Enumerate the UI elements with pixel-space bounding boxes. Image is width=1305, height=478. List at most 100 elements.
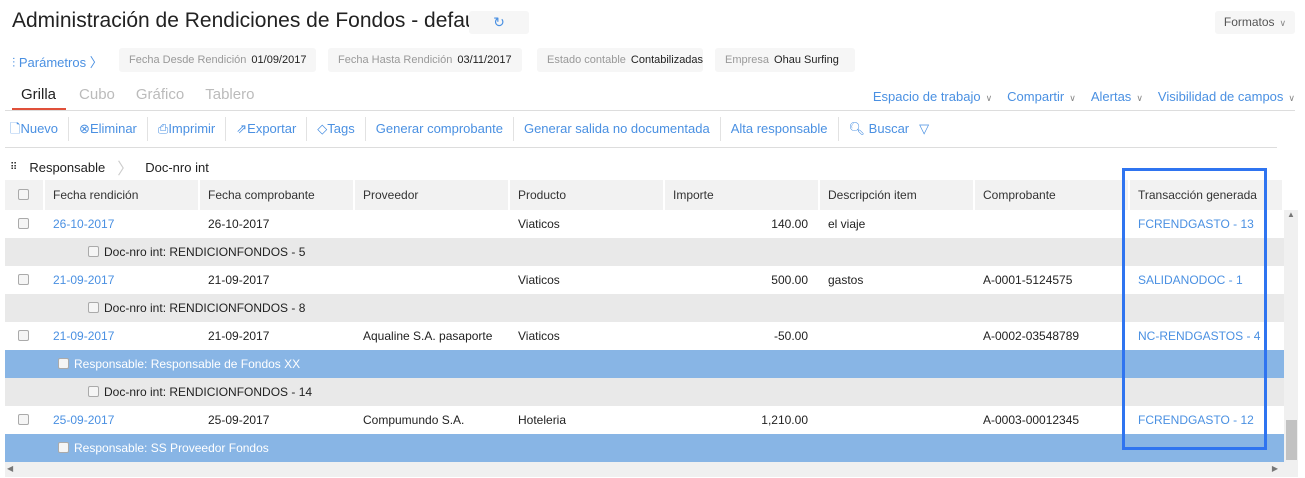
button-label: Buscar bbox=[868, 121, 910, 136]
table-cell: Compumundo S.A. bbox=[363, 413, 465, 427]
view-tabs: Grilla Cubo Gráfico Tablero bbox=[12, 86, 266, 111]
group-label: Doc-nro int: RENDICIONFONDOS - 5 bbox=[104, 245, 306, 259]
table-cell: 140.00 bbox=[771, 217, 808, 231]
filter-fecha-hasta[interactable]: Fecha Hasta Rendición 03/11/2017 bbox=[328, 48, 522, 72]
select-all-checkbox[interactable] bbox=[5, 180, 45, 210]
refresh-button[interactable]: ↻ bbox=[469, 11, 529, 34]
table-cell: A-0001-5124575 bbox=[983, 273, 1073, 287]
row-checkbox[interactable] bbox=[5, 266, 45, 294]
alertas-menu[interactable]: Alertas ∨ bbox=[1091, 89, 1143, 104]
search-icon: 🔍︎ bbox=[848, 121, 866, 136]
group-checkbox[interactable] bbox=[88, 246, 99, 257]
filter-key: Fecha Desde Rendición bbox=[129, 54, 247, 66]
tab-cubo[interactable]: Cubo bbox=[70, 86, 123, 111]
table-cell: A-0002-03548789 bbox=[983, 329, 1080, 343]
col-header[interactable]: Importe bbox=[665, 180, 820, 210]
group-label: Responsable: Responsable de Fondos XX bbox=[74, 357, 301, 371]
table-cell[interactable]: 26-10-2017 bbox=[45, 210, 200, 238]
generar-comprobante-button[interactable]: Generar comprobante bbox=[366, 117, 514, 141]
tab-grilla[interactable]: Grilla bbox=[12, 86, 67, 111]
menu-label: Alertas bbox=[1090, 89, 1132, 104]
table-cell bbox=[975, 210, 1130, 238]
scroll-up-icon[interactable]: ▲ bbox=[1284, 210, 1298, 219]
filter-estado-contable[interactable]: Estado contable Contabilizadas bbox=[537, 48, 703, 72]
col-header[interactable]: Producto bbox=[510, 180, 665, 210]
button-label: Tags bbox=[327, 121, 355, 136]
table-row[interactable]: 21-09-2017 21-09-2017 Aqualine S.A. pasapo… bbox=[5, 322, 1284, 350]
chevron-down-icon: ∨ bbox=[1279, 18, 1287, 28]
group-row-doc[interactable]: Doc-nro int: RENDICIONFONDOS - 14 bbox=[5, 378, 1284, 406]
row-checkbox[interactable] bbox=[5, 322, 45, 350]
group-checkbox[interactable] bbox=[88, 302, 99, 313]
group-row-responsable[interactable]: Responsable: SS Proveedor Fondos bbox=[5, 434, 1284, 462]
table-cell: Viaticos bbox=[518, 217, 560, 231]
group-chip-responsable[interactable]: Responsable bbox=[29, 160, 105, 175]
table-row[interactable]: 25-09-2017 25-09-2017 Compumundo S.A. Hotel… bbox=[5, 406, 1284, 434]
filter-key: Empresa bbox=[725, 54, 770, 66]
filter-value: 03/11/2017 bbox=[457, 54, 512, 66]
table-cell: Hoteleria bbox=[518, 413, 567, 427]
generar-salida-button[interactable]: Generar salida no documentada bbox=[514, 117, 721, 141]
table-cell[interactable]: 21-09-2017 bbox=[45, 322, 200, 350]
col-header[interactable]: Fecha rendición bbox=[45, 180, 200, 210]
refresh-icon: ↻ bbox=[493, 14, 505, 30]
compartir-menu[interactable]: Compartir ∨ bbox=[1007, 89, 1076, 104]
group-chip-doc-nro[interactable]: Doc-nro int bbox=[145, 160, 209, 175]
delete-circle-icon: ⊗ bbox=[79, 121, 90, 136]
new-file-icon: 🗋 bbox=[10, 121, 21, 136]
tab-grafico[interactable]: Gráfico bbox=[127, 86, 192, 111]
divider bbox=[5, 147, 1277, 148]
alta-responsable-button[interactable]: Alta responsable bbox=[721, 117, 839, 141]
filter-button[interactable]: ▽ bbox=[919, 117, 939, 141]
drag-grid-icon[interactable]: ⠿ bbox=[10, 162, 17, 173]
menu-label: Compartir bbox=[1007, 89, 1065, 104]
col-header[interactable]: Descripción item bbox=[820, 180, 975, 210]
tags-button[interactable]: ◇Tags bbox=[307, 117, 366, 141]
sliders-icon: ⫶ bbox=[12, 55, 16, 70]
button-label: Exportar bbox=[247, 121, 297, 136]
toolbar: 🗋Nuevo ⊗Eliminar ⎙Imprimir ⇗Exportar ◇Ta… bbox=[10, 117, 939, 141]
group-checkbox[interactable] bbox=[58, 442, 69, 453]
col-header[interactable]: Proveedor bbox=[355, 180, 510, 210]
row-checkbox[interactable] bbox=[5, 210, 45, 238]
table-cell[interactable]: 25-09-2017 bbox=[45, 406, 200, 434]
table-cell[interactable]: 21-09-2017 bbox=[45, 266, 200, 294]
imprimir-button[interactable]: ⎙Imprimir bbox=[148, 117, 227, 141]
horizontal-scrollbar[interactable]: ◀ ▶ bbox=[5, 462, 1298, 477]
tab-tablero[interactable]: Tablero bbox=[196, 86, 262, 111]
group-row-responsable[interactable]: Responsable: Responsable de Fondos XX bbox=[5, 350, 1284, 378]
group-label: Doc-nro int: RENDICIONFONDOS - 14 bbox=[104, 385, 313, 399]
page-title: Administración de Rendiciones de Fondos … bbox=[12, 9, 488, 32]
table-row[interactable]: 21-09-2017 21-09-2017 Viaticos 500.00 gastos… bbox=[5, 266, 1284, 294]
eliminar-button[interactable]: ⊗Eliminar bbox=[69, 117, 148, 141]
table-cell: -50.00 bbox=[773, 329, 808, 343]
print-icon: ⎙ bbox=[157, 121, 169, 136]
button-label: Nuevo bbox=[20, 121, 59, 136]
espacio-trabajo-menu[interactable]: Espacio de trabajo ∨ bbox=[873, 89, 992, 104]
tag-icon: ◇ bbox=[317, 121, 328, 136]
group-checkbox[interactable] bbox=[58, 358, 69, 369]
filter-icon: ▽ bbox=[919, 121, 930, 136]
group-row-doc[interactable]: Doc-nro int: RENDICIONFONDOS - 8 bbox=[5, 294, 1284, 322]
col-header[interactable]: Comprobante bbox=[975, 180, 1130, 210]
table-row[interactable]: 26-10-2017 26-10-2017 Viaticos 140.00 el via… bbox=[5, 210, 1284, 238]
scroll-left-icon[interactable]: ◀ bbox=[7, 464, 13, 473]
row-checkbox[interactable] bbox=[5, 406, 45, 434]
filter-fecha-desde[interactable]: Fecha Desde Rendición 01/09/2017 bbox=[119, 48, 316, 72]
scrollbar-thumb[interactable] bbox=[1286, 420, 1297, 460]
visibilidad-campos-menu[interactable]: Visibilidad de campos ∨ bbox=[1158, 89, 1295, 104]
scroll-right-icon[interactable]: ▶ bbox=[1272, 464, 1278, 473]
group-checkbox[interactable] bbox=[88, 386, 99, 397]
button-label: Eliminar bbox=[89, 121, 137, 136]
formatos-dropdown[interactable]: Formatos ∨ bbox=[1215, 11, 1295, 34]
nuevo-button[interactable]: 🗋Nuevo bbox=[10, 117, 70, 141]
table-cell: 1,210.00 bbox=[761, 413, 808, 427]
table-cell: 25-09-2017 bbox=[208, 413, 270, 427]
exportar-button[interactable]: ⇗Exportar bbox=[226, 117, 308, 141]
parametros-button[interactable]: ⫶ Parámetros 〉 bbox=[12, 52, 103, 71]
chevron-down-icon: ∨ bbox=[1136, 93, 1143, 103]
group-row-doc[interactable]: Doc-nro int: RENDICIONFONDOS - 5 bbox=[5, 238, 1284, 266]
col-header[interactable]: Fecha comprobante bbox=[200, 180, 355, 210]
buscar-button[interactable]: 🔍︎ Buscar bbox=[839, 117, 920, 141]
filter-empresa[interactable]: Empresa Ohau Surfing bbox=[715, 48, 855, 72]
